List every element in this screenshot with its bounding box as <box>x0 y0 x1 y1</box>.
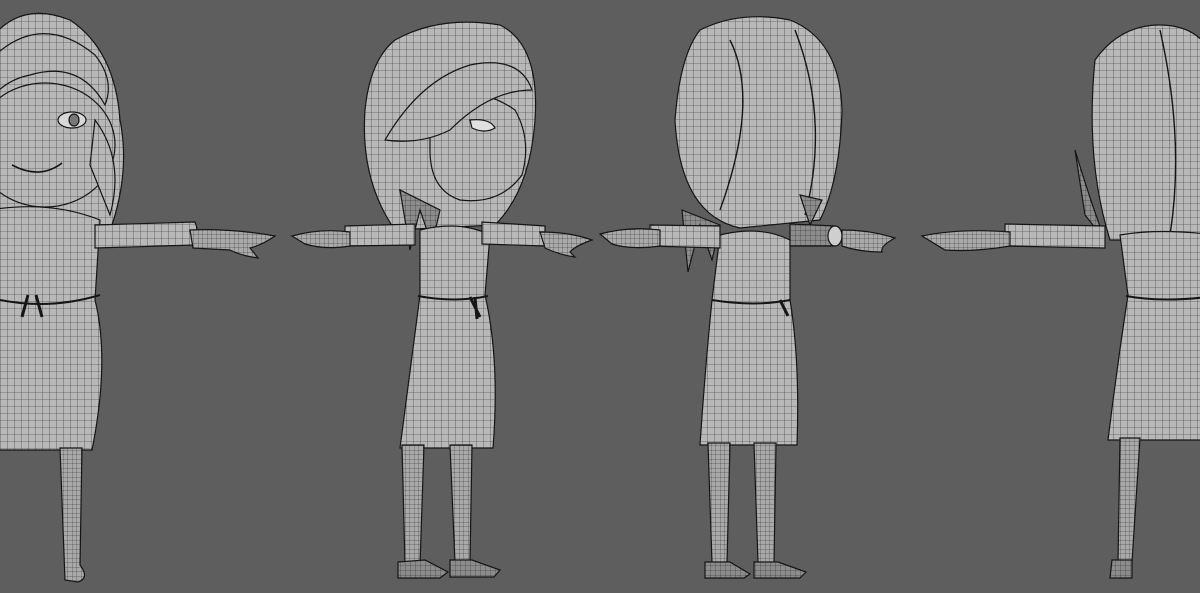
back-view-figure <box>598 16 897 579</box>
side-view-figure <box>290 21 594 579</box>
wireframe-turnaround <box>0 12 1200 583</box>
3d-viewport[interactable] <box>0 0 1200 593</box>
front-view-figure <box>0 12 277 583</box>
back-quarter-view-figure <box>920 24 1200 579</box>
